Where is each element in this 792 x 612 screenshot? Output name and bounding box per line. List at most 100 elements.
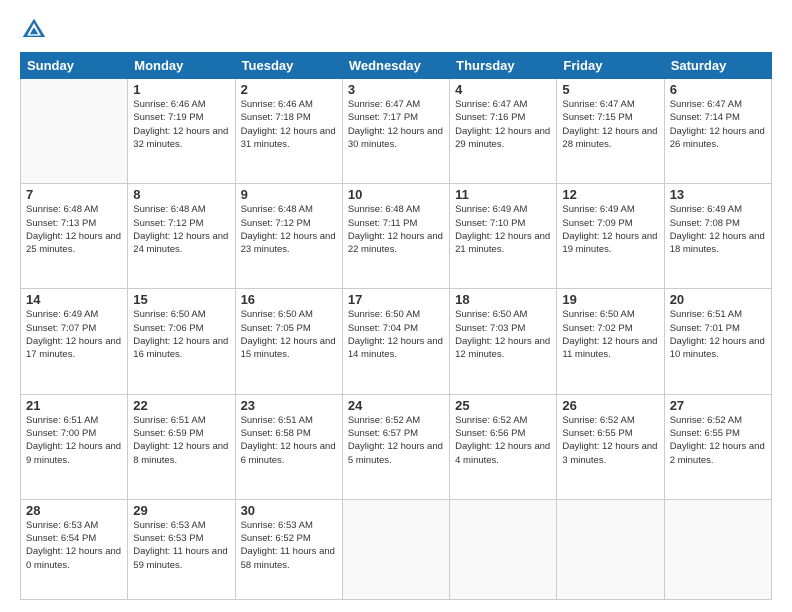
- day-of-week-header: Sunday: [21, 53, 128, 79]
- calendar-cell: 16Sunrise: 6:50 AM Sunset: 7:05 PM Dayli…: [235, 289, 342, 394]
- calendar-cell: 26Sunrise: 6:52 AM Sunset: 6:55 PM Dayli…: [557, 394, 664, 499]
- day-number: 3: [348, 82, 444, 97]
- day-number: 22: [133, 398, 229, 413]
- day-info: Sunrise: 6:46 AM Sunset: 7:19 PM Dayligh…: [133, 98, 229, 151]
- day-number: 27: [670, 398, 766, 413]
- day-info: Sunrise: 6:47 AM Sunset: 7:14 PM Dayligh…: [670, 98, 766, 151]
- calendar-table: SundayMondayTuesdayWednesdayThursdayFrid…: [20, 52, 772, 600]
- day-info: Sunrise: 6:53 AM Sunset: 6:53 PM Dayligh…: [133, 519, 229, 572]
- day-number: 18: [455, 292, 551, 307]
- calendar-cell: 22Sunrise: 6:51 AM Sunset: 6:59 PM Dayli…: [128, 394, 235, 499]
- calendar-cell: 24Sunrise: 6:52 AM Sunset: 6:57 PM Dayli…: [342, 394, 449, 499]
- logo: [20, 16, 52, 44]
- day-number: 24: [348, 398, 444, 413]
- header-row: SundayMondayTuesdayWednesdayThursdayFrid…: [21, 53, 772, 79]
- calendar-cell: 11Sunrise: 6:49 AM Sunset: 7:10 PM Dayli…: [450, 184, 557, 289]
- day-info: Sunrise: 6:51 AM Sunset: 6:58 PM Dayligh…: [241, 414, 337, 467]
- calendar-cell: 15Sunrise: 6:50 AM Sunset: 7:06 PM Dayli…: [128, 289, 235, 394]
- day-info: Sunrise: 6:52 AM Sunset: 6:57 PM Dayligh…: [348, 414, 444, 467]
- page: SundayMondayTuesdayWednesdayThursdayFrid…: [0, 0, 792, 612]
- day-info: Sunrise: 6:47 AM Sunset: 7:17 PM Dayligh…: [348, 98, 444, 151]
- day-number: 19: [562, 292, 658, 307]
- calendar-cell: 2Sunrise: 6:46 AM Sunset: 7:18 PM Daylig…: [235, 79, 342, 184]
- day-of-week-header: Thursday: [450, 53, 557, 79]
- day-number: 25: [455, 398, 551, 413]
- week-row: 28Sunrise: 6:53 AM Sunset: 6:54 PM Dayli…: [21, 499, 772, 599]
- week-row: 7Sunrise: 6:48 AM Sunset: 7:13 PM Daylig…: [21, 184, 772, 289]
- calendar-cell: 18Sunrise: 6:50 AM Sunset: 7:03 PM Dayli…: [450, 289, 557, 394]
- calendar-cell: 1Sunrise: 6:46 AM Sunset: 7:19 PM Daylig…: [128, 79, 235, 184]
- week-row: 14Sunrise: 6:49 AM Sunset: 7:07 PM Dayli…: [21, 289, 772, 394]
- day-of-week-header: Tuesday: [235, 53, 342, 79]
- calendar-cell: 3Sunrise: 6:47 AM Sunset: 7:17 PM Daylig…: [342, 79, 449, 184]
- day-number: 11: [455, 187, 551, 202]
- calendar-cell: [450, 499, 557, 599]
- day-info: Sunrise: 6:52 AM Sunset: 6:56 PM Dayligh…: [455, 414, 551, 467]
- week-row: 21Sunrise: 6:51 AM Sunset: 7:00 PM Dayli…: [21, 394, 772, 499]
- calendar-cell: 30Sunrise: 6:53 AM Sunset: 6:52 PM Dayli…: [235, 499, 342, 599]
- calendar-cell: 8Sunrise: 6:48 AM Sunset: 7:12 PM Daylig…: [128, 184, 235, 289]
- day-number: 14: [26, 292, 122, 307]
- calendar-cell: 10Sunrise: 6:48 AM Sunset: 7:11 PM Dayli…: [342, 184, 449, 289]
- day-number: 6: [670, 82, 766, 97]
- calendar-cell: 5Sunrise: 6:47 AM Sunset: 7:15 PM Daylig…: [557, 79, 664, 184]
- day-info: Sunrise: 6:48 AM Sunset: 7:12 PM Dayligh…: [241, 203, 337, 256]
- calendar-cell: 6Sunrise: 6:47 AM Sunset: 7:14 PM Daylig…: [664, 79, 771, 184]
- day-number: 5: [562, 82, 658, 97]
- calendar-cell: 20Sunrise: 6:51 AM Sunset: 7:01 PM Dayli…: [664, 289, 771, 394]
- calendar-cell: 28Sunrise: 6:53 AM Sunset: 6:54 PM Dayli…: [21, 499, 128, 599]
- day-info: Sunrise: 6:49 AM Sunset: 7:08 PM Dayligh…: [670, 203, 766, 256]
- day-info: Sunrise: 6:46 AM Sunset: 7:18 PM Dayligh…: [241, 98, 337, 151]
- day-info: Sunrise: 6:47 AM Sunset: 7:15 PM Dayligh…: [562, 98, 658, 151]
- day-number: 12: [562, 187, 658, 202]
- day-number: 4: [455, 82, 551, 97]
- day-of-week-header: Saturday: [664, 53, 771, 79]
- day-info: Sunrise: 6:50 AM Sunset: 7:02 PM Dayligh…: [562, 308, 658, 361]
- day-number: 29: [133, 503, 229, 518]
- day-info: Sunrise: 6:53 AM Sunset: 6:52 PM Dayligh…: [241, 519, 337, 572]
- day-info: Sunrise: 6:51 AM Sunset: 6:59 PM Dayligh…: [133, 414, 229, 467]
- logo-icon: [20, 16, 48, 44]
- day-info: Sunrise: 6:49 AM Sunset: 7:09 PM Dayligh…: [562, 203, 658, 256]
- day-number: 26: [562, 398, 658, 413]
- calendar-cell: 29Sunrise: 6:53 AM Sunset: 6:53 PM Dayli…: [128, 499, 235, 599]
- calendar-cell: 7Sunrise: 6:48 AM Sunset: 7:13 PM Daylig…: [21, 184, 128, 289]
- calendar-cell: 21Sunrise: 6:51 AM Sunset: 7:00 PM Dayli…: [21, 394, 128, 499]
- day-info: Sunrise: 6:49 AM Sunset: 7:07 PM Dayligh…: [26, 308, 122, 361]
- calendar-cell: [557, 499, 664, 599]
- day-info: Sunrise: 6:48 AM Sunset: 7:13 PM Dayligh…: [26, 203, 122, 256]
- calendar-cell: 13Sunrise: 6:49 AM Sunset: 7:08 PM Dayli…: [664, 184, 771, 289]
- calendar-cell: 12Sunrise: 6:49 AM Sunset: 7:09 PM Dayli…: [557, 184, 664, 289]
- calendar-cell: [664, 499, 771, 599]
- calendar-cell: 17Sunrise: 6:50 AM Sunset: 7:04 PM Dayli…: [342, 289, 449, 394]
- calendar-cell: 27Sunrise: 6:52 AM Sunset: 6:55 PM Dayli…: [664, 394, 771, 499]
- day-of-week-header: Wednesday: [342, 53, 449, 79]
- day-info: Sunrise: 6:48 AM Sunset: 7:12 PM Dayligh…: [133, 203, 229, 256]
- day-number: 1: [133, 82, 229, 97]
- day-number: 8: [133, 187, 229, 202]
- day-info: Sunrise: 6:52 AM Sunset: 6:55 PM Dayligh…: [670, 414, 766, 467]
- calendar-cell: 23Sunrise: 6:51 AM Sunset: 6:58 PM Dayli…: [235, 394, 342, 499]
- day-number: 10: [348, 187, 444, 202]
- day-info: Sunrise: 6:50 AM Sunset: 7:04 PM Dayligh…: [348, 308, 444, 361]
- day-number: 2: [241, 82, 337, 97]
- day-info: Sunrise: 6:53 AM Sunset: 6:54 PM Dayligh…: [26, 519, 122, 572]
- calendar-cell: [21, 79, 128, 184]
- day-info: Sunrise: 6:51 AM Sunset: 7:00 PM Dayligh…: [26, 414, 122, 467]
- day-info: Sunrise: 6:49 AM Sunset: 7:10 PM Dayligh…: [455, 203, 551, 256]
- day-number: 28: [26, 503, 122, 518]
- day-number: 17: [348, 292, 444, 307]
- day-number: 20: [670, 292, 766, 307]
- calendar-cell: [342, 499, 449, 599]
- day-number: 21: [26, 398, 122, 413]
- day-info: Sunrise: 6:50 AM Sunset: 7:03 PM Dayligh…: [455, 308, 551, 361]
- day-number: 30: [241, 503, 337, 518]
- day-of-week-header: Friday: [557, 53, 664, 79]
- day-info: Sunrise: 6:50 AM Sunset: 7:05 PM Dayligh…: [241, 308, 337, 361]
- day-number: 23: [241, 398, 337, 413]
- day-info: Sunrise: 6:47 AM Sunset: 7:16 PM Dayligh…: [455, 98, 551, 151]
- week-row: 1Sunrise: 6:46 AM Sunset: 7:19 PM Daylig…: [21, 79, 772, 184]
- day-number: 7: [26, 187, 122, 202]
- day-number: 15: [133, 292, 229, 307]
- day-number: 16: [241, 292, 337, 307]
